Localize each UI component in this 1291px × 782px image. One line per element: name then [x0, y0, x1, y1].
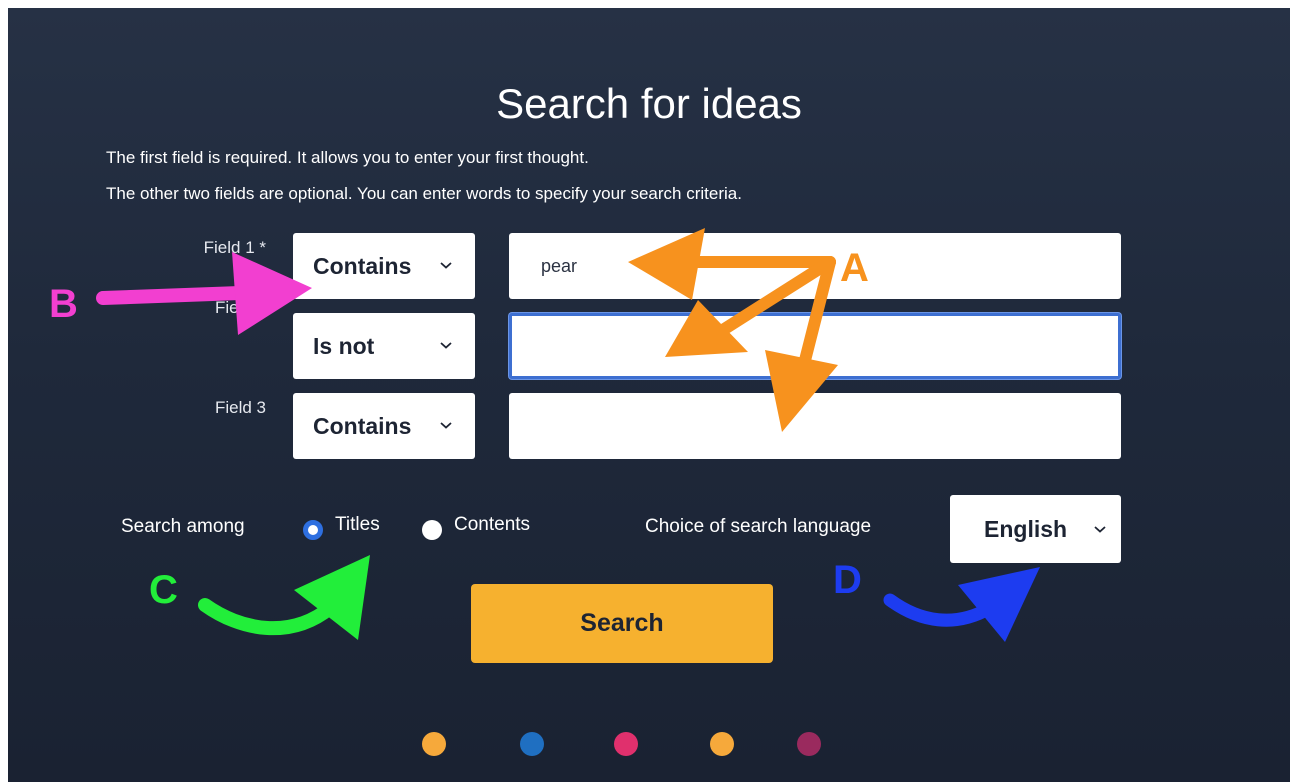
- language-select-value: English: [984, 515, 1068, 542]
- description-line-1: The first field is required. It allows y…: [106, 148, 589, 167]
- radio-titles-label[interactable]: Titles: [335, 514, 380, 536]
- annotation-letter-b: B: [49, 282, 78, 326]
- field-1-operator-value: Contains: [313, 252, 412, 279]
- search-button[interactable]: Search: [471, 584, 773, 663]
- field-3-operator-value: Contains: [313, 412, 412, 439]
- annotation-letter-a: A: [840, 246, 869, 290]
- field-2-operator-value: Is not: [313, 332, 375, 359]
- field-1-input-value: pear: [541, 255, 578, 276]
- field-2-operator-select[interactable]: Is not: [293, 313, 475, 379]
- pagination-dot-5[interactable]: [797, 732, 821, 756]
- field-2-input[interactable]: [509, 313, 1121, 379]
- language-select[interactable]: English: [950, 495, 1121, 563]
- chevron-down-icon: [1094, 526, 1106, 533]
- language-label: Choice of search language: [645, 516, 872, 537]
- field-1-input[interactable]: pear: [509, 233, 1121, 299]
- field-3-input[interactable]: [509, 393, 1121, 459]
- field-1-operator-select[interactable]: Contains: [293, 233, 475, 299]
- chevron-down-icon: [440, 342, 452, 349]
- search-among-label: Search among: [121, 516, 245, 537]
- field-3-label: Field 3: [214, 398, 266, 417]
- description-line-2: The other two fields are optional. You c…: [106, 184, 742, 203]
- field-3-operator-select[interactable]: Contains: [293, 393, 475, 459]
- field-1-label: Field 1 *: [203, 238, 266, 257]
- field-2-label: Field 2: [214, 298, 266, 317]
- radio-contents-label[interactable]: Contents: [454, 514, 530, 536]
- annotation-letter-c: C: [149, 568, 178, 612]
- page-title: Search for ideas: [496, 80, 802, 127]
- chevron-down-icon: [440, 262, 452, 269]
- pagination-dot-2[interactable]: [520, 732, 544, 756]
- radio-contents[interactable]: [422, 520, 442, 540]
- radio-titles[interactable]: [303, 520, 323, 540]
- pagination-dot-1[interactable]: [422, 732, 446, 756]
- chevron-down-icon: [440, 422, 452, 429]
- pagination-dot-3[interactable]: [614, 732, 638, 756]
- annotation-letter-d: D: [833, 558, 862, 602]
- pagination-dot-4[interactable]: [710, 732, 734, 756]
- search-panel: Search for ideas The first field is requ…: [8, 8, 1290, 782]
